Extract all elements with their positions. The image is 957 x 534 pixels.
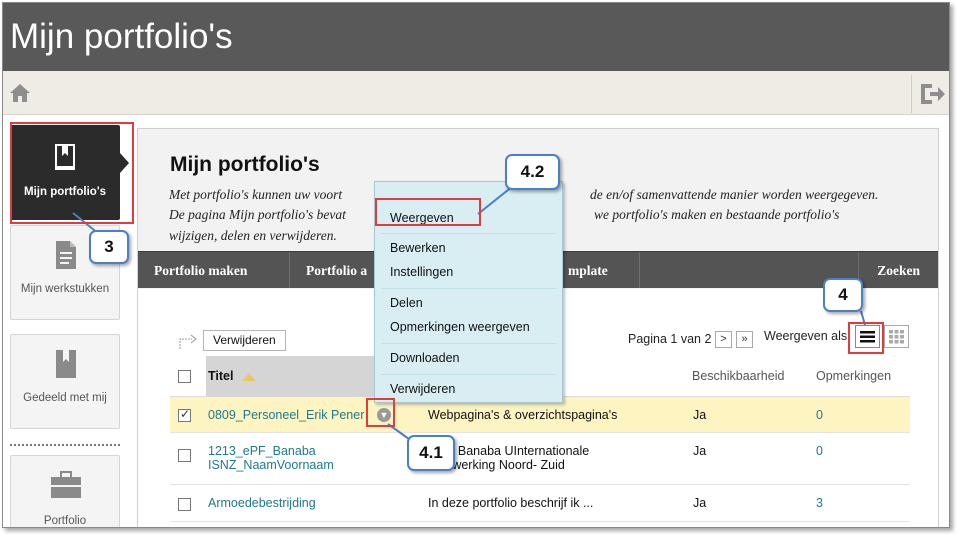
briefcase-icon — [49, 470, 83, 503]
create-portfolio-button[interactable]: Portfolio maken — [138, 252, 290, 288]
nav-item-mijn-portfolios[interactable]: Mijn portfolio's — [10, 125, 129, 220]
chevron-down-icon[interactable]: ▼ — [377, 408, 391, 422]
next-page-button[interactable]: > — [715, 331, 732, 348]
delete-button[interactable]: Verwijderen — [203, 330, 286, 351]
view-as-label: Weergeven als — [764, 329, 848, 343]
portfolio-title-link[interactable]: ISNZ_NaamVoornaam — [208, 458, 334, 472]
nav-item-label: Mijn werkstukken — [20, 283, 110, 295]
select-all-checkbox[interactable] — [178, 370, 191, 383]
nav-divider — [10, 444, 120, 446]
nav-item-portfolio[interactable]: Portfolio — [10, 455, 120, 527]
menu-separator — [381, 374, 556, 375]
column-header-title[interactable]: Titel — [206, 356, 382, 397]
description-line: wijzigen, delen en verwijderen. — [169, 228, 337, 243]
comments-count-link[interactable]: 0 — [816, 444, 823, 458]
menu-item-weergeven[interactable]: Weergeven — [390, 211, 454, 225]
nav-item-label: Gedeeld met mij — [23, 392, 107, 404]
column-header-label: Titel — [208, 369, 234, 383]
portfolio-description: In deze portfolio beschrijf ik ... — [428, 496, 594, 510]
list-view-icon[interactable] — [855, 325, 880, 348]
table-row[interactable]: Armoedebestrijding In deze portfolio bes… — [170, 486, 910, 522]
title-bar: Mijn portfolio's — [3, 3, 949, 71]
menu-separator — [381, 343, 556, 344]
callout-4-1: 4.1 — [407, 435, 455, 471]
menu-item-opmerkingen-weergeven[interactable]: Opmerkingen weergeven — [390, 320, 530, 334]
pager-text: Pagina 1 van 2 — [628, 332, 712, 346]
template-button[interactable]: mplate — [552, 252, 640, 288]
bookmark-book-icon — [55, 349, 77, 382]
comments-count-link[interactable]: 0 — [816, 408, 823, 422]
availability-value: Ja — [693, 496, 707, 510]
description-line: de en/of samenvattende manier worden wee… — [590, 187, 879, 202]
page-title: Mijn portfolio's — [170, 153, 320, 176]
portfolio-title-link[interactable]: 0809_Personeel_Erik Pener — [208, 408, 364, 422]
document-icon — [54, 240, 78, 273]
column-header-availability[interactable]: Beschikbaarheid — [692, 369, 784, 383]
table-row[interactable]: 1213_ePF_Banaba ISNZ_NaamVoornaam tfolio… — [170, 434, 910, 485]
nav-item-label: Mijn portfolio's — [24, 186, 106, 198]
arrow-icon — [179, 334, 197, 349]
menu-separator — [381, 288, 556, 289]
grid-view-icon[interactable] — [884, 325, 909, 348]
context-menu: Weergeven Bewerken Instellingen Delen Op… — [374, 181, 563, 403]
row-checkbox[interactable] — [178, 498, 191, 511]
app-title: Mijn portfolio's — [10, 17, 233, 56]
row-checkbox[interactable] — [178, 407, 191, 422]
nav-item-label: Portfolio — [43, 515, 87, 527]
callout-3: 3 — [89, 230, 129, 264]
callout-4: 4 — [823, 278, 863, 312]
menu-item-instellingen[interactable]: Instellingen — [390, 265, 453, 279]
bookmark-book-icon — [54, 143, 76, 174]
row-checkbox[interactable] — [178, 449, 191, 462]
menu-item-delen[interactable]: Delen — [390, 296, 423, 310]
portfolio-title-link[interactable]: Armoedebestrijding — [208, 496, 316, 510]
menu-item-bewerken[interactable]: Bewerken — [390, 241, 446, 255]
description-line: De pagina Mijn portfolio's bevat — [169, 207, 346, 222]
comments-count-link[interactable]: 3 — [816, 496, 823, 510]
home-icon[interactable] — [7, 81, 33, 105]
search-button[interactable]: Zoeken — [858, 252, 938, 288]
menu-item-verwijderen[interactable]: Verwijderen — [390, 382, 455, 396]
portfolio-title-link[interactable]: 1213_ePF_Banaba — [208, 444, 316, 458]
availability-value: Ja — [693, 444, 707, 458]
sort-asc-icon — [241, 372, 256, 381]
top-toolbar — [3, 71, 949, 115]
callout-4-2: 4.2 — [505, 154, 560, 190]
last-page-button[interactable]: » — [736, 331, 753, 348]
description-line: Met portfolio's kunnen uw voort — [169, 187, 343, 202]
menu-separator — [381, 233, 556, 234]
portfolio-description: Webpagina's & overzichtspagina's — [428, 408, 618, 422]
availability-value: Ja — [693, 408, 707, 422]
logout-icon[interactable] — [911, 75, 949, 113]
nav-item-gedeeld-met-mij[interactable]: Gedeeld met mij — [10, 334, 120, 429]
column-header-comments[interactable]: Opmerkingen — [816, 369, 891, 383]
description-line: we portfolio's maken en bestaande portfo… — [594, 207, 840, 222]
portfolio-action-button[interactable]: Portfolio a — [290, 252, 382, 288]
menu-item-downloaden[interactable]: Downloaden — [390, 351, 460, 365]
app-window: Mijn portfolio's Mijn portfolio's Mijn w… — [2, 2, 950, 528]
